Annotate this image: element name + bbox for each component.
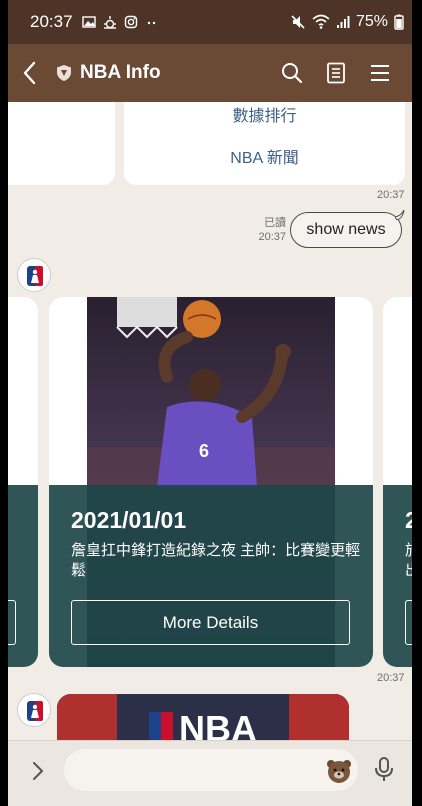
app-bar-actions bbox=[280, 61, 392, 85]
user-message-text: show news bbox=[306, 221, 386, 238]
weather-icon bbox=[103, 16, 116, 29]
signal-icon bbox=[336, 16, 350, 28]
microphone-icon bbox=[375, 757, 393, 781]
menu-button[interactable] bbox=[368, 61, 392, 85]
menu-icon bbox=[371, 65, 389, 81]
bot-avatar[interactable] bbox=[17, 258, 51, 292]
expand-button[interactable] bbox=[26, 759, 50, 783]
search-icon bbox=[282, 63, 303, 84]
status-left-icons bbox=[81, 15, 159, 29]
status-right: 75% bbox=[290, 13, 404, 31]
battery-percent: 75% bbox=[355, 13, 388, 30]
bottom-card-logo-text: NBA bbox=[179, 708, 257, 740]
notes-button[interactable] bbox=[324, 61, 348, 85]
screen-edge-right bbox=[412, 0, 422, 806]
timestamp: 20:37 bbox=[377, 672, 405, 684]
nba-logo-icon bbox=[19, 695, 50, 726]
input-bar bbox=[0, 740, 422, 806]
sticker-button[interactable] bbox=[325, 757, 353, 785]
app-bar: NBA Info bbox=[0, 44, 422, 102]
search-button[interactable] bbox=[280, 61, 304, 85]
back-button[interactable] bbox=[0, 44, 60, 102]
nba-logo-icon bbox=[19, 260, 50, 291]
menu-item-stats[interactable]: 數據排行 bbox=[124, 102, 405, 126]
news-headline: 詹皇扛中鋒打造紀錄之夜 主帥：比賽變更輕鬆 bbox=[71, 542, 361, 579]
chat-title-area[interactable]: NBA Info bbox=[56, 62, 280, 84]
menu-card: 數據排行 NBA 新聞 bbox=[124, 102, 405, 185]
mute-icon bbox=[291, 15, 305, 29]
phone-screen: 20:37 75% NBA Info 數據排行 NBA 新聞 20:37 已讀 … bbox=[0, 0, 422, 806]
read-label: 已讀 bbox=[264, 217, 286, 229]
more-dots-icon bbox=[147, 21, 155, 25]
previous-menu-card bbox=[0, 102, 115, 185]
wifi-icon bbox=[312, 14, 330, 29]
status-bar: 20:37 75% bbox=[0, 0, 422, 44]
bear-emoji-icon bbox=[327, 760, 351, 783]
bot-avatar[interactable] bbox=[17, 693, 51, 727]
chevron-right-icon bbox=[33, 762, 43, 780]
read-receipt: 已讀 20:37 bbox=[256, 216, 286, 244]
bubble-tail bbox=[395, 210, 405, 220]
svg-text:6: 6 bbox=[199, 441, 209, 461]
more-details-button[interactable]: More Details bbox=[71, 600, 350, 645]
notes-icon bbox=[327, 62, 345, 84]
back-arrow-icon bbox=[23, 61, 36, 85]
chat-area[interactable]: 數據排行 NBA 新聞 20:37 已讀 20:37 show news 6 2… bbox=[0, 102, 422, 740]
news-card-2[interactable]: NBA bbox=[57, 694, 349, 740]
menu-item-news[interactable]: NBA 新聞 bbox=[124, 144, 405, 168]
status-time: 20:37 bbox=[30, 12, 73, 31]
message-input[interactable] bbox=[64, 749, 358, 791]
voice-button[interactable] bbox=[372, 756, 396, 784]
timestamp: 20:37 bbox=[377, 189, 405, 201]
chat-title: NBA Info bbox=[80, 62, 161, 83]
image-icon bbox=[81, 16, 96, 28]
user-message-bubble[interactable]: show news bbox=[290, 210, 405, 248]
screen-edge-left bbox=[0, 0, 8, 806]
message-time: 20:37 bbox=[258, 231, 286, 243]
battery-icon bbox=[394, 14, 404, 30]
instagram-icon bbox=[124, 15, 137, 29]
shield-icon bbox=[57, 65, 71, 81]
news-date: 2021/01/01 bbox=[71, 507, 187, 533]
news-card[interactable]: 6 2021/01/01 詹皇扛中鋒打造紀錄之夜 主帥：比賽變更輕鬆 More … bbox=[49, 297, 373, 667]
